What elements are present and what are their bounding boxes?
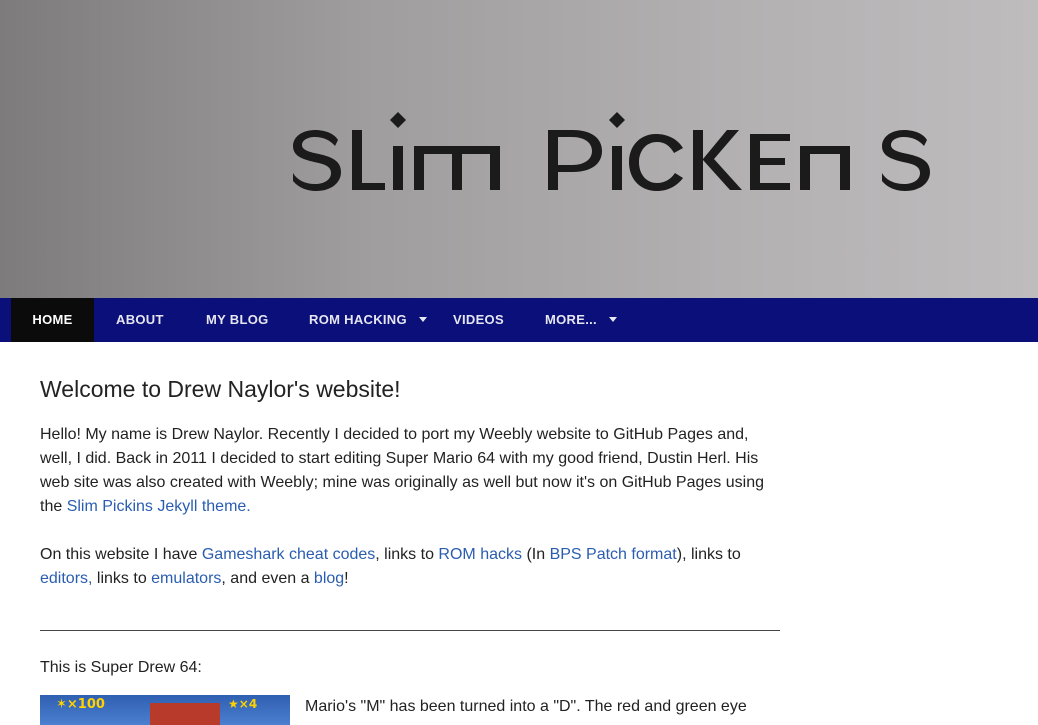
link-editors[interactable]: editors, xyxy=(40,570,92,587)
castle-roof-graphic xyxy=(150,703,220,725)
site-logo[interactable] xyxy=(290,108,935,198)
link-bps-patch-format[interactable]: BPS Patch format xyxy=(550,546,677,563)
intro-paragraph: Hello! My name is Drew Naylor. Recently … xyxy=(40,423,780,519)
nav-label-home: HOME xyxy=(32,312,73,327)
nav-item-rom-hacking[interactable]: ROM HACKING xyxy=(309,298,427,342)
link-blog[interactable]: blog xyxy=(314,570,344,587)
link-gameshark-codes[interactable]: Gameshark cheat codes xyxy=(202,546,375,563)
features-text-5: links to xyxy=(92,570,152,587)
link-rom-hacks[interactable]: ROM hacks xyxy=(438,546,522,563)
nav-item-about[interactable]: ABOUT xyxy=(116,298,164,342)
link-emulators[interactable]: emulators xyxy=(151,570,221,587)
link-slim-pickins-theme[interactable]: Slim Pickins Jekyll theme. xyxy=(67,498,251,515)
features-text-6: , and even a xyxy=(221,570,314,587)
super-drew-description: Mario's "M" has been turned into a "D". … xyxy=(305,698,747,715)
nav-label-my-blog: MY BLOG xyxy=(206,312,269,327)
chevron-down-icon xyxy=(418,317,427,323)
features-text-4: ), links to xyxy=(676,546,741,563)
horizontal-divider xyxy=(40,630,780,631)
features-text-7: ! xyxy=(344,570,349,587)
hud-star-counter: ★×4 xyxy=(228,697,258,711)
site-header xyxy=(0,0,1038,298)
super-drew-caption: This is Super Drew 64: xyxy=(40,659,202,676)
nav-label-more: MORE... xyxy=(545,312,597,327)
logo-wordmark xyxy=(293,112,930,191)
features-text-2: , links to xyxy=(375,546,439,563)
super-drew-64-screenshot: ✶×100 ★×4 xyxy=(40,695,290,725)
nav-label-about: ABOUT xyxy=(116,312,164,327)
nav-label-rom-hacking: ROM HACKING xyxy=(309,312,407,327)
main-nav: HOME ABOUT MY BLOG ROM HACKING VIDEOS MO… xyxy=(0,298,1038,342)
nav-label-videos: VIDEOS xyxy=(453,312,504,327)
features-text-3: (In xyxy=(522,546,550,563)
nav-item-my-blog[interactable]: MY BLOG xyxy=(206,298,269,342)
chevron-down-icon xyxy=(608,317,617,323)
nav-item-home[interactable]: HOME xyxy=(11,298,94,342)
features-text-1: On this website I have xyxy=(40,546,202,563)
features-paragraph: On this website I have Gameshark cheat c… xyxy=(40,543,780,591)
nav-item-more[interactable]: MORE... xyxy=(545,298,617,342)
hud-coin-counter: ✶×100 xyxy=(56,697,105,712)
page-title: Welcome to Drew Naylor's website! xyxy=(40,376,401,402)
nav-item-videos[interactable]: VIDEOS xyxy=(453,298,504,342)
